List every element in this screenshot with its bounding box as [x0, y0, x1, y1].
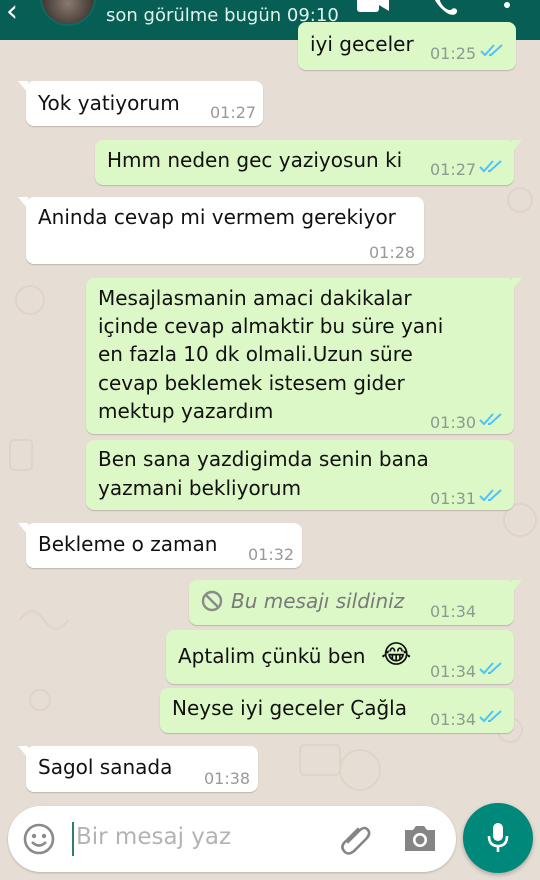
message-text: Aninda cevap mi vermem gerekiyor [38, 205, 396, 229]
attach-icon[interactable] [336, 820, 374, 858]
message-time: 01:34 [430, 602, 477, 621]
message-input[interactable]: Bir mesaj yaz [76, 824, 231, 850]
bubble-tail [18, 523, 28, 535]
message-time: 01:30 [430, 413, 477, 432]
message-text: Bekleme o zaman [38, 532, 218, 556]
mic-button[interactable] [463, 803, 533, 873]
bubble-tail [18, 746, 28, 758]
double-check-icon [479, 489, 502, 502]
message-text-line: Mesajlasmanin amaci dakikalar [98, 286, 412, 310]
message-text: iyi geceler [310, 32, 414, 56]
message-text-line: içinde cevap almaktir bu süre yani [98, 314, 444, 338]
double-check-icon [480, 44, 503, 57]
message-text-line: yazmani bekliyorum [98, 476, 302, 500]
message-text-line: Ben sana yazdigimda senin bana [98, 447, 429, 471]
message-time: 01:38 [204, 769, 251, 788]
message-bubble-incoming[interactable]: Aninda cevap mi vermem gerekiyor 01:28 [18, 197, 424, 264]
message-text-line: mektup yazardım [98, 399, 274, 423]
bubble-tail [512, 580, 522, 592]
message-time: 01:32 [248, 545, 295, 564]
message-text-line: cevap beklemek istesem gider [98, 371, 405, 395]
message-time: 01:34 [430, 662, 477, 681]
message-bubble-outgoing[interactable]: iyi geceler 01:25 [298, 22, 516, 70]
message-time: 01:27 [210, 103, 257, 122]
bubble-tail [18, 81, 28, 93]
camera-icon[interactable] [402, 822, 438, 854]
message-text: Neyse iyi geceler Çağla [172, 696, 407, 720]
message-text: Sagol sanada [38, 755, 173, 779]
message-bubble-outgoing[interactable]: Ben sana yazdigimda senin bana yazmani b… [86, 440, 514, 510]
mic-icon [487, 823, 509, 852]
message-text: Yok yatiyorum [38, 91, 180, 115]
more-options-icon[interactable] [502, 0, 512, 14]
message-text: Aptalim çünkü ben [178, 644, 366, 668]
double-check-icon [479, 710, 502, 723]
bubble-tail [512, 278, 522, 290]
message-time: 01:34 [430, 710, 477, 729]
deleted-message-text: Bu mesajı sildiniz [231, 589, 405, 613]
bubble-tail [512, 140, 522, 152]
emoji-icon[interactable] [22, 822, 56, 856]
message-bubble-incoming[interactable]: Yok yatiyorum 01:27 [18, 81, 263, 126]
message-bubble-outgoing[interactable]: Aptalim çünkü ben 😂 01:34 [166, 630, 514, 684]
message-time: 01:31 [430, 489, 477, 508]
message-bubble-incoming[interactable]: Bekleme o zaman 01:32 [18, 523, 302, 568]
double-check-icon [479, 662, 502, 675]
message-time: 01:25 [430, 44, 477, 63]
message-text: Hmm neden gec yaziyosun ki [107, 148, 403, 172]
message-bubble-incoming[interactable]: Sagol sanada 01:38 [18, 746, 258, 792]
double-check-icon [479, 160, 502, 173]
message-bubble-outgoing[interactable]: Mesajlasmanin amaci dakikalar içinde cev… [86, 278, 522, 434]
message-time: 01:28 [369, 243, 416, 262]
contact-avatar[interactable] [40, 0, 96, 26]
message-bubble-outgoing[interactable]: Neyse iyi geceler Çağla 01:34 [160, 688, 514, 733]
laughing-emoji: 😂 [381, 640, 412, 670]
double-check-icon [479, 413, 502, 426]
message-text-line: en fazla 10 dk olmali.Uzun süre [98, 342, 413, 366]
bubble-tail [18, 197, 28, 209]
back-arrow-icon[interactable]: ‹ [6, 0, 18, 29]
blocked-icon [201, 590, 223, 612]
video-call-icon[interactable] [356, 0, 390, 14]
message-time: 01:27 [430, 160, 477, 179]
text-cursor [72, 822, 74, 856]
message-bubble-deleted[interactable]: Bu mesajı sildiniz 01:34 [189, 580, 522, 625]
phone-icon[interactable] [432, 0, 458, 16]
message-bubble-outgoing[interactable]: Hmm neden gec yaziyosun ki 01:27 [95, 140, 522, 185]
